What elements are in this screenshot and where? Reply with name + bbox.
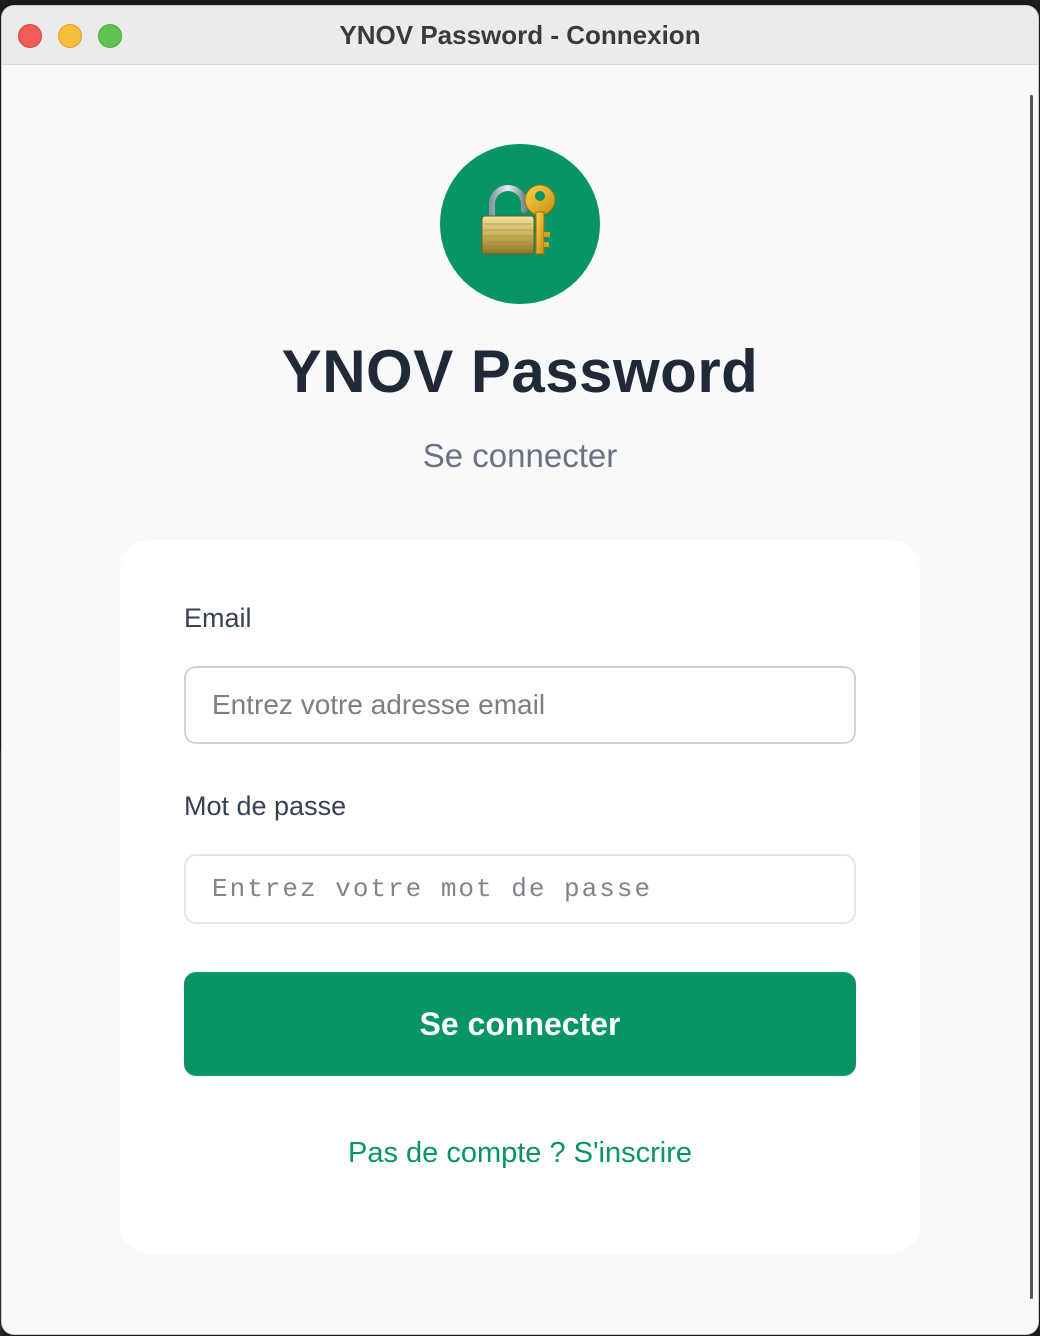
app-window: YNOV Password - Connexion YNOV Password … <box>2 6 1038 1334</box>
page-subtitle: Se connecter <box>422 437 618 474</box>
title-bar[interactable]: YNOV Password - Connexion <box>2 6 1038 65</box>
login-button[interactable]: Se connecter <box>184 972 856 1076</box>
lock-with-key-icon <box>481 184 556 255</box>
login-card: Email Mot de passe Se connecter Pas de c… <box>120 540 920 1254</box>
vertical-scrollbar[interactable] <box>1030 95 1033 1299</box>
email-field[interactable] <box>184 666 856 744</box>
password-label: Mot de passe <box>184 791 347 821</box>
app-title: YNOV Password <box>281 338 759 405</box>
signup-link[interactable]: Pas de compte ? S'inscrire <box>120 1137 920 1170</box>
window-title: YNOV Password - Connexion <box>339 20 701 50</box>
email-label: Email <box>184 603 252 633</box>
app-logo <box>440 144 600 304</box>
password-field[interactable] <box>184 854 856 924</box>
login-page: YNOV Password Se connecter Email Mot de … <box>2 65 1038 1334</box>
